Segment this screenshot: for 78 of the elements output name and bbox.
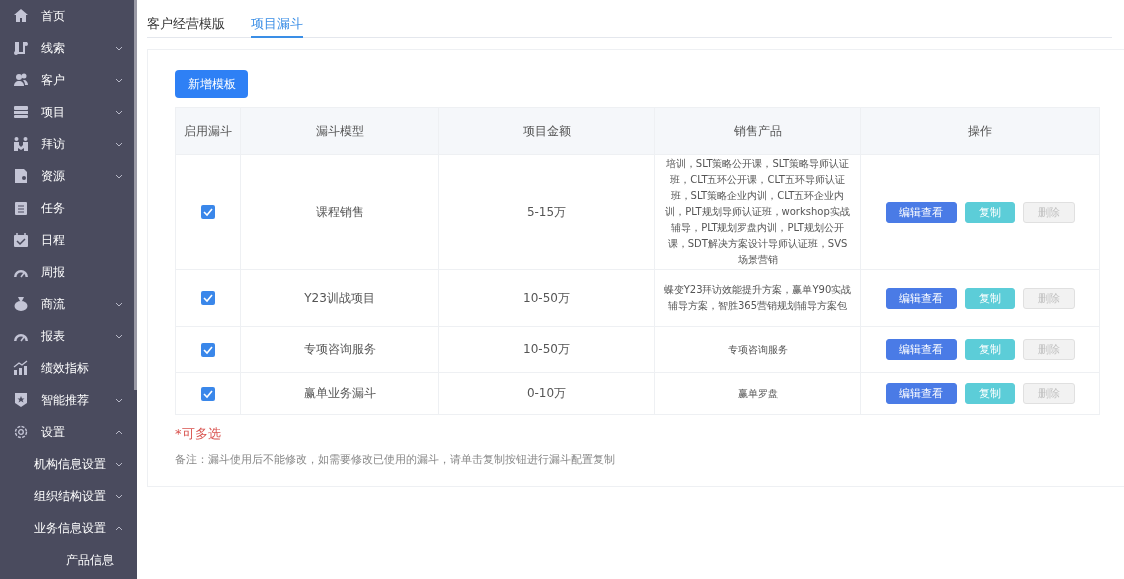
- add-template-button[interactable]: 新增模板: [175, 70, 248, 98]
- hint-text: *可多选: [175, 425, 222, 443]
- bar-chart-icon: [13, 360, 29, 376]
- table-cell: 课程销售: [240, 154, 439, 270]
- table-cell: 蝶变Y23拜访效能提升方案，赢单Y90实战辅导方案，智胜365营销规划辅导方案包: [654, 269, 861, 327]
- menu-label: 产品信息: [66, 551, 114, 569]
- sidebar-item[interactable]: 业务信息设置: [0, 512, 137, 544]
- sidebar-item[interactable]: 商流: [0, 288, 137, 320]
- menu-label: 日程: [41, 231, 65, 249]
- menu-label: 商流: [41, 295, 65, 313]
- clipboard-icon: [13, 200, 29, 216]
- drawer-icon: [13, 104, 29, 120]
- calendar-check-icon: [13, 232, 29, 248]
- sidebar-item[interactable]: 任务: [0, 192, 137, 224]
- sidebar-item[interactable]: 资源: [0, 160, 137, 192]
- menu-label: 首页: [41, 7, 65, 25]
- checkbox[interactable]: [201, 386, 215, 401]
- sidebar-item[interactable]: 绩效指标: [0, 352, 137, 384]
- sidebar-item[interactable]: 组织结构设置: [0, 480, 137, 512]
- edit-button[interactable]: 编辑查看: [885, 383, 957, 404]
- sidebar-item[interactable]: 线索: [0, 32, 137, 64]
- edit-button[interactable]: 编辑查看: [885, 339, 957, 360]
- menu-label: 机构信息设置: [34, 455, 106, 473]
- column-header: 项目金额: [438, 107, 655, 155]
- document-icon: [13, 168, 29, 184]
- house-icon: [13, 8, 29, 24]
- menu-label: 任务: [41, 199, 65, 217]
- meeting-icon: [13, 136, 29, 152]
- sidebar-item[interactable]: 报表: [0, 320, 137, 352]
- sidebar-item[interactable]: 设置: [0, 416, 137, 448]
- table-cell: 培训，SLT策略公开课，SLT策略导师认证班，CLT五环公开课，CLT五环导师认证班，SLT策略企业内训，CLT五环企业内训，PLT规划导师认证班，workshop实战辅导，PLT规划罗盘内训，PLT规划公开课，SDT解决方案设计导师认证班，SVS场景营销: [654, 154, 861, 270]
- menu-label: 资源: [41, 167, 65, 185]
- column-header: 操作: [860, 107, 1100, 155]
- table-cell: 5-15万: [438, 154, 655, 270]
- table-cell: 专项咨询服务: [240, 326, 439, 373]
- menu-label: 线索: [41, 39, 65, 57]
- sidebar-item[interactable]: 智能推荐: [0, 384, 137, 416]
- sidebar-item[interactable]: 首页: [0, 0, 137, 32]
- table-cell: 10-50万: [438, 326, 655, 373]
- people-icon: [13, 72, 29, 88]
- checkbox[interactable]: [201, 291, 215, 306]
- column-header: 启用漏斗: [175, 107, 241, 155]
- menu-label: 绩效指标: [41, 359, 89, 377]
- sidebar-item[interactable]: 机构信息设置: [0, 448, 137, 480]
- table-cell: 赢单罗盘: [654, 372, 861, 415]
- menu-label: 周报: [41, 263, 65, 281]
- menu-label: 设置: [41, 423, 65, 441]
- scrollbar[interactable]: [134, 0, 137, 390]
- menu-label: 报表: [41, 327, 65, 345]
- column-header: 销售产品: [654, 107, 861, 155]
- money-bag-icon: [13, 296, 29, 312]
- sidebar-item[interactable]: 项目: [0, 96, 137, 128]
- sidebar-item[interactable]: 客户: [0, 64, 137, 96]
- table-cell: Y23训战项目: [240, 269, 439, 327]
- remark-text: 备注：漏斗使用后不能修改，如需要修改已使用的漏斗，请单击复制按钮进行漏斗配置复制: [175, 453, 616, 467]
- sidebar-item[interactable]: 周报: [0, 256, 137, 288]
- tab[interactable]: 客户经营模版: [147, 10, 225, 36]
- edit-button[interactable]: 编辑查看: [885, 287, 957, 309]
- edit-button[interactable]: 编辑查看: [885, 201, 957, 223]
- menu-label: 拜访: [41, 135, 65, 153]
- table-cell: 10-50万: [438, 269, 655, 327]
- gear-icon: [13, 424, 29, 440]
- tab[interactable]: 项目漏斗: [251, 10, 303, 38]
- table-cell: 专项咨询服务: [654, 326, 861, 373]
- menu-label: 客户: [41, 71, 65, 89]
- sidebar-item[interactable]: 日程: [0, 224, 137, 256]
- menu-label: 项目: [41, 103, 65, 121]
- star-badge-icon: [13, 392, 29, 408]
- column-header: 漏斗模型: [240, 107, 439, 155]
- table-cell: 0-10万: [438, 372, 655, 415]
- sidebar-item[interactable]: 拜访: [0, 128, 137, 160]
- sidebar-item[interactable]: 产品信息: [0, 544, 137, 576]
- menu-label: 组织结构设置: [34, 487, 106, 505]
- checkbox[interactable]: [201, 205, 215, 220]
- menu-label: 业务信息设置: [34, 519, 106, 537]
- table-cell: 赢单业务漏斗: [240, 372, 439, 415]
- checkbox[interactable]: [201, 342, 215, 357]
- menu-label: 智能推荐: [41, 391, 89, 409]
